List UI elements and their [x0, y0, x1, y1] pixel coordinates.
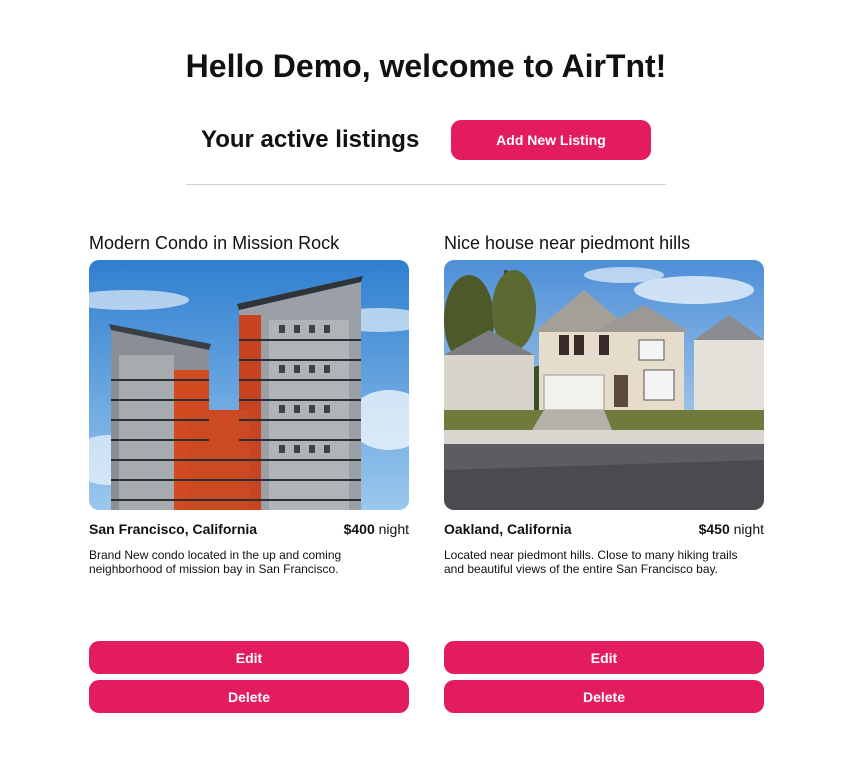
edit-button[interactable]: Edit — [89, 641, 409, 674]
divider — [186, 184, 666, 185]
listing-location: San Francisco, California — [89, 521, 258, 537]
listing-price-unit: night — [378, 521, 409, 537]
page-title: Hello Demo, welcome to AirTnt! — [185, 48, 667, 84]
listing-card: Nice house near piedmont hills Oakland, … — [444, 232, 764, 713]
listing-title: Nice house near piedmont hills — [444, 233, 691, 253]
delete-button[interactable]: Delete — [89, 680, 409, 713]
add-new-listing-button[interactable]: Add New Listing — [451, 120, 651, 160]
listing-card: Modern Condo in Mission Rock San Francis… — [89, 232, 409, 713]
listing-price: $450 night — [699, 521, 764, 537]
delete-button[interactable]: Delete — [444, 680, 764, 713]
listings-section-title: Your active listings — [201, 126, 420, 153]
listing-price: $400 night — [344, 521, 409, 537]
listing-description: Located near piedmont hills. Close to ma… — [444, 548, 738, 576]
listing-price-unit: night — [733, 521, 764, 537]
listings-header: Your active listings Add New Listing — [0, 120, 852, 160]
listing-description: Brand New condo located in the up and co… — [89, 548, 342, 576]
page: Hello Demo, welcome to AirTnt! Your acti… — [0, 0, 868, 771]
listing-title: Modern Condo in Mission Rock — [89, 233, 340, 253]
listing-meta: Oakland, California $450 night — [444, 520, 764, 538]
listing-location: Oakland, California — [444, 521, 572, 537]
edit-button[interactable]: Edit — [444, 641, 764, 674]
listing-price-amount: $400 — [343, 521, 375, 537]
listing-meta: San Francisco, California $400 night — [89, 520, 409, 538]
listing-image — [444, 260, 764, 510]
listing-image — [89, 260, 409, 510]
listing-price-amount: $450 — [698, 521, 730, 537]
